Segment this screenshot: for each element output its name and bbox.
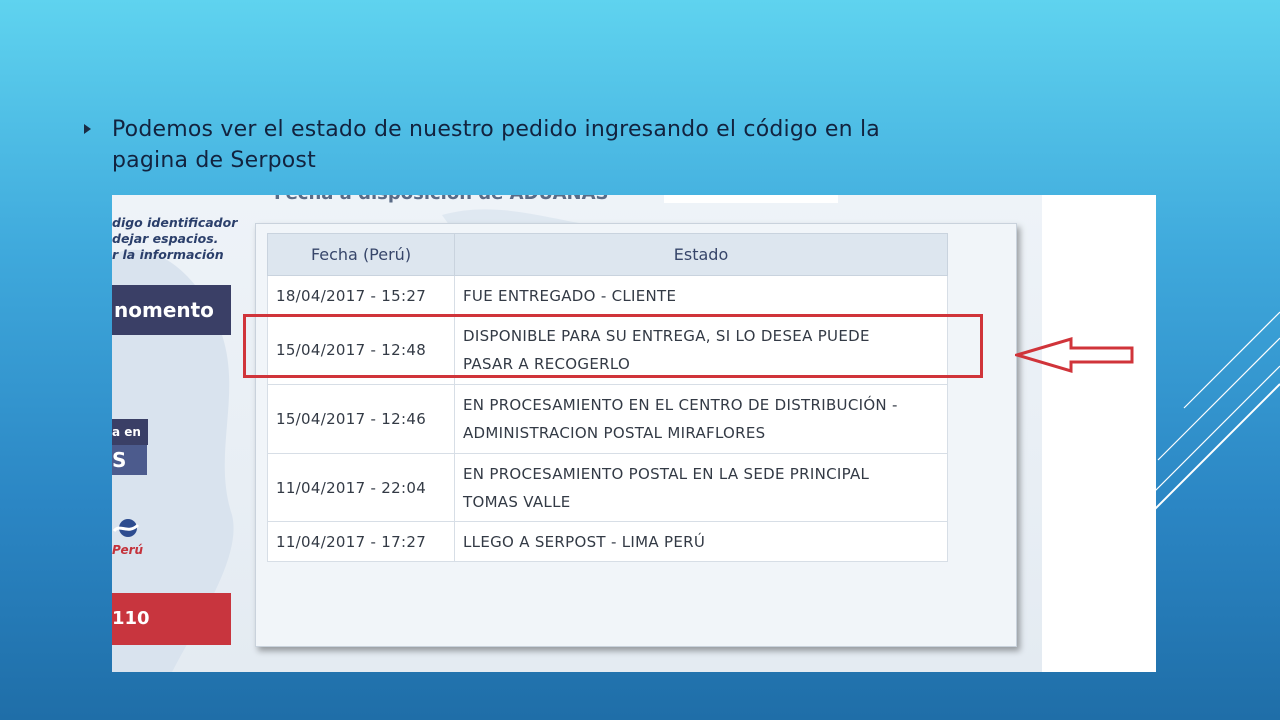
table-row: 15/04/2017 - 12:46 EN PROCESAMIENTO EN E…: [267, 384, 948, 454]
table-header-row: Fecha (Perú) Estado: [267, 233, 948, 276]
side-banner-button[interactable]: S: [112, 445, 147, 475]
tracking-table-card: Fecha (Perú) Estado 18/04/2017 - 15:27 F…: [255, 223, 1017, 647]
header-estado: Estado: [454, 233, 948, 276]
row-date: 11/04/2017 - 22:04: [267, 453, 455, 522]
side-banner-label: a en: [112, 419, 148, 445]
serpost-page: Fecha a disposición de ADUANAS digo iden…: [112, 195, 1042, 672]
serpost-screenshot: Fecha a disposición de ADUANAS digo iden…: [112, 195, 1156, 672]
row-status: FUE ENTREGADO - CLIENTE: [454, 275, 948, 316]
header-fecha: Fecha (Perú): [267, 233, 455, 276]
side-hint-text: digo identificador dejar espacios. r la …: [112, 215, 238, 263]
triangle-bullet-icon: [84, 124, 91, 134]
tracking-table: Fecha (Perú) Estado 18/04/2017 - 15:27 F…: [267, 233, 948, 562]
side-hint-line: dejar espacios.: [112, 231, 219, 246]
row-status: LLEGO A SERPOST - LIMA PERÚ: [454, 521, 948, 562]
row-date: 18/04/2017 - 15:27: [267, 275, 455, 316]
side-hint-line: r la información: [112, 247, 224, 262]
left-arrow-icon: [1015, 336, 1134, 374]
serpost-logo-icon: [112, 519, 140, 537]
row-status-line: EN PROCESAMIENTO EN EL CENTRO DE DISTRIB…: [463, 396, 898, 414]
row-status-line: TOMAS VALLE: [463, 492, 571, 511]
decorative-lines: [1150, 311, 1280, 511]
row-status-line: FUE ENTREGADO - CLIENTE: [463, 286, 677, 305]
bullet-line-2: pagina de Serpost: [112, 148, 316, 173]
row-status-line: EN PROCESAMIENTO POSTAL EN LA SEDE PRINC…: [463, 464, 870, 483]
row-status-line: LLEGO A SERPOST - LIMA PERÚ: [463, 532, 706, 551]
customs-date-field[interactable]: [664, 195, 838, 203]
bullet-line-1: Podemos ver el estado de nuestro pedido …: [112, 117, 880, 142]
table-row: 11/04/2017 - 22:04 EN PROCESAMIENTO POST…: [267, 453, 948, 522]
row-status-line: ADMINISTRACION POSTAL MIRAFLORES: [463, 424, 766, 442]
table-row: 18/04/2017 - 15:27 FUE ENTREGADO - CLIEN…: [267, 275, 948, 316]
table-row: 11/04/2017 - 17:27 LLEGO A SERPOST - LIM…: [267, 521, 948, 562]
row-status: EN PROCESAMIENTO POSTAL EN LA SEDE PRINC…: [454, 453, 948, 522]
serpost-logo-text: Perú: [112, 543, 144, 557]
bullet-point: Podemos ver el estado de nuestro pedido …: [84, 114, 1044, 176]
row-date: 11/04/2017 - 17:27: [267, 521, 455, 562]
bullet-text: Podemos ver el estado de nuestro pedido …: [112, 114, 1044, 176]
customs-date-label: Fecha a disposición de ADUANAS: [274, 195, 608, 204]
row-date: 15/04/2017 - 12:46: [267, 384, 455, 454]
side-momento-button[interactable]: nomento: [112, 285, 231, 335]
row-status: EN PROCESAMIENTO EN EL CENTRO DE DISTRIB…: [454, 384, 948, 454]
side-hint-line: digo identificador: [112, 215, 238, 230]
side-phone-button[interactable]: 110: [112, 593, 231, 645]
highlight-box: [243, 314, 983, 378]
